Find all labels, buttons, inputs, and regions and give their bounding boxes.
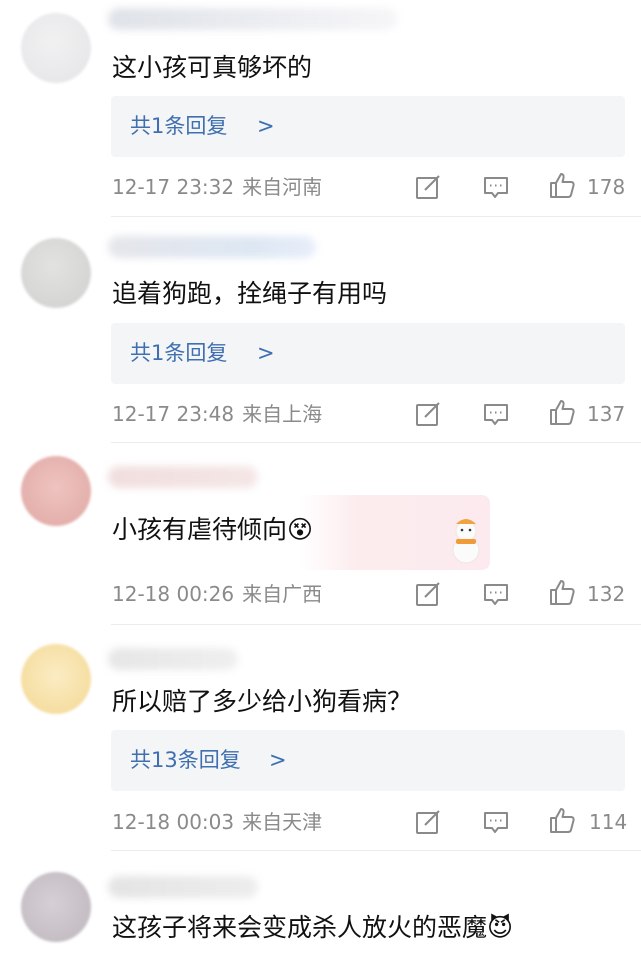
username-blurred[interactable]	[108, 876, 258, 898]
chevron-right-icon: >	[269, 748, 287, 772]
divider	[111, 850, 641, 851]
view-replies-button[interactable]: 共1条回复 >	[111, 323, 625, 384]
chevron-right-icon: >	[257, 114, 275, 138]
view-replies-button[interactable]: 共1条回复 >	[111, 96, 625, 157]
thumbs-up-icon[interactable]	[548, 171, 576, 199]
comment-time: 23:32	[176, 175, 235, 199]
comment-text: 小孩有虐待倾向😵	[112, 515, 314, 544]
avatar[interactable]	[21, 13, 91, 83]
like-count: 114	[589, 810, 628, 834]
reply-count-label: 共1条回复	[130, 114, 228, 138]
comment-text: 所以赔了多少给小狗看病？	[112, 687, 413, 716]
chevron-right-icon: >	[257, 341, 275, 365]
comment-location: 来自上海	[242, 402, 323, 426]
comment-location: 来自广西	[242, 582, 323, 606]
comment-time: 23:48	[176, 402, 235, 426]
comment-date: 12-18	[112, 810, 171, 834]
comment-icon[interactable]	[482, 173, 510, 201]
comment-location: 来自天津	[242, 810, 323, 834]
comment-text: 追着狗跑，拴绳子有用吗	[112, 279, 388, 308]
comment-date: 12-18	[112, 582, 171, 606]
thumbs-up-icon[interactable]	[548, 806, 576, 834]
username-blurred[interactable]	[108, 466, 258, 488]
comment-meta: 12-18 00:26 来自广西	[112, 580, 322, 608]
avatar[interactable]	[21, 872, 91, 942]
edit-icon[interactable]	[414, 580, 442, 608]
comment-icon[interactable]	[482, 808, 510, 836]
avatar[interactable]	[21, 238, 91, 308]
reply-count-label: 共1条回复	[130, 341, 228, 365]
thumbs-up-icon[interactable]	[548, 398, 576, 426]
like-count: 137	[587, 402, 626, 426]
comment-time: 00:26	[176, 582, 235, 606]
edit-icon[interactable]	[414, 400, 442, 428]
snowman-sticker-icon	[452, 519, 480, 564]
edit-icon[interactable]	[414, 808, 442, 836]
comment-meta: 12-17 23:32 来自河南	[112, 173, 322, 201]
like-count: 132	[587, 582, 626, 606]
divider	[111, 216, 641, 217]
avatar[interactable]	[21, 644, 91, 714]
comment-text: 这孩子将来会变成杀人放火的恶魔😈	[112, 913, 514, 942]
username-blurred[interactable]	[108, 236, 316, 258]
reply-count-label: 共13条回复	[130, 748, 241, 772]
comment-meta: 12-18 00:03 来自天津	[112, 808, 322, 836]
avatar[interactable]	[21, 456, 91, 526]
like-count: 178	[587, 175, 626, 199]
comment-date: 12-17	[112, 175, 171, 199]
comment-text: 这小孩可真够坏的	[112, 53, 313, 82]
edit-icon[interactable]	[414, 173, 442, 201]
comment-icon[interactable]	[482, 400, 510, 428]
comment-date: 12-17	[112, 402, 171, 426]
comment-time: 00:03	[176, 810, 235, 834]
comment-icon[interactable]	[482, 580, 510, 608]
comment-location: 来自河南	[242, 175, 323, 199]
divider	[111, 624, 641, 625]
thumbs-up-icon[interactable]	[548, 578, 576, 606]
view-replies-button[interactable]: 共13条回复 >	[111, 730, 625, 791]
username-blurred[interactable]	[108, 648, 238, 670]
comment-meta: 12-17 23:48 来自上海	[112, 400, 322, 428]
username-blurred[interactable]	[108, 8, 398, 30]
divider	[111, 442, 641, 443]
